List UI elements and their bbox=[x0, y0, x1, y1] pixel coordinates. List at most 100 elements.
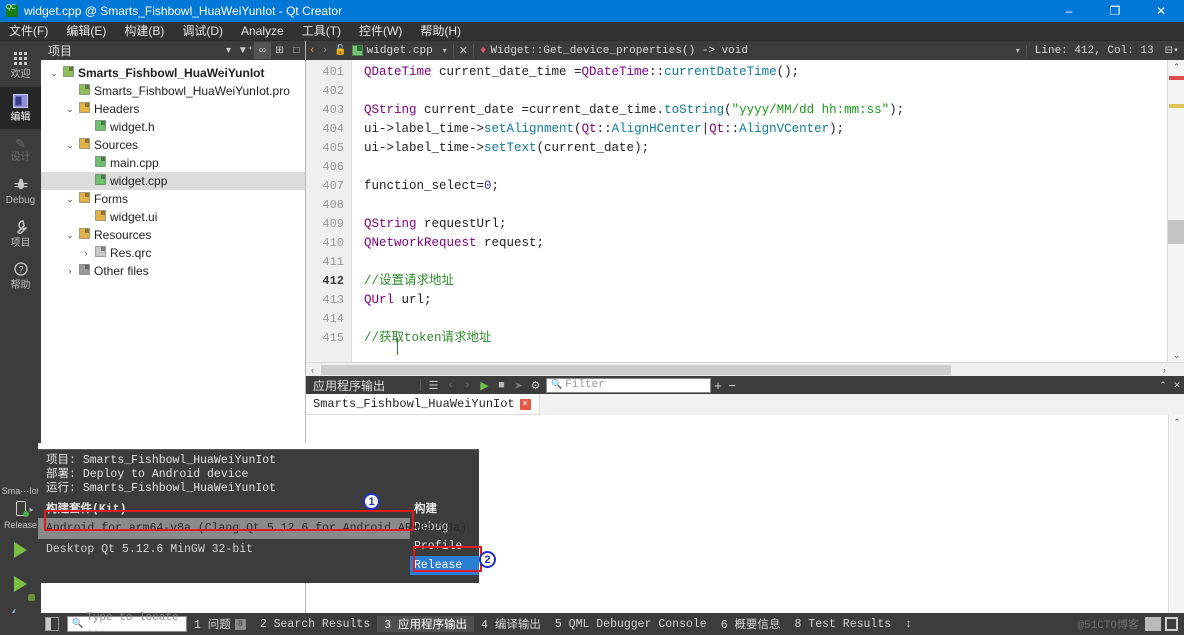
filter-icon[interactable]: ▼⁺ bbox=[237, 42, 254, 59]
kit-selector-button[interactable]: Sma⋯Iot ▸ Release bbox=[0, 485, 41, 533]
zoom-out-button[interactable]: − bbox=[725, 378, 739, 393]
editor-scrollbar[interactable]: ⌃ ⌄ bbox=[1167, 60, 1184, 362]
expand-all-icon[interactable]: ⊞ bbox=[271, 42, 288, 59]
mode-edit[interactable]: 编辑 bbox=[0, 87, 41, 129]
code-line[interactable]: QString current_date =current_date_time.… bbox=[352, 101, 1167, 120]
chevron-down-icon[interactable]: ⌄ bbox=[47, 68, 61, 79]
statusbar-item-compile-output[interactable]: 4 编译输出 bbox=[474, 616, 548, 632]
start-debugging-button[interactable] bbox=[0, 567, 41, 601]
code-line[interactable]: QUrl url; bbox=[352, 291, 1167, 310]
attach-icon[interactable]: ➤ bbox=[510, 379, 527, 392]
close-pane-icon[interactable]: ✕ bbox=[1170, 380, 1184, 391]
run-button[interactable] bbox=[0, 533, 41, 567]
chevron-down-icon[interactable]: ⌄ bbox=[63, 104, 77, 115]
tree-item-smarts-fishbowl-huaweiyuniot-pro[interactable]: Smarts_Fishbowl_HuaWeiYunIot.pro bbox=[41, 82, 305, 100]
statusbar-item-application-output[interactable]: 3 应用程序输出 bbox=[377, 616, 475, 632]
code-line[interactable]: QNetworkRequest request; bbox=[352, 234, 1167, 253]
tree-item-widget-cpp[interactable]: widget.cpp bbox=[41, 172, 305, 190]
maximize-pane-icon[interactable]: ⌃ bbox=[1156, 380, 1170, 391]
code-line[interactable]: QDateTime current_date_time =QDateTime::… bbox=[352, 63, 1167, 82]
chevron-down-icon[interactable]: ⌄ bbox=[63, 140, 77, 151]
code-line[interactable]: ui->label_time->setAlignment(Qt::AlignHC… bbox=[352, 120, 1167, 139]
current-symbol-name[interactable]: Widget::Get_device_properties() -> void bbox=[491, 45, 748, 57]
menu-file[interactable]: 文件(F) bbox=[0, 22, 57, 41]
chevron-down-icon[interactable]: ▾ bbox=[220, 42, 237, 59]
cursor-position-label[interactable]: Line: 412, Col: 13 bbox=[1025, 44, 1160, 57]
code-line[interactable]: //设置请求地址 bbox=[352, 272, 1167, 291]
chevron-right-icon[interactable]: › bbox=[79, 248, 93, 258]
mode-projects[interactable]: 项目 bbox=[0, 213, 41, 255]
prev-item-icon[interactable]: ‹ bbox=[442, 379, 459, 391]
scroll-up-icon[interactable]: ⌃ bbox=[1169, 415, 1184, 429]
menu-debug[interactable]: 调试(D) bbox=[173, 22, 232, 41]
mode-help[interactable]: ? 帮助 bbox=[0, 255, 41, 297]
filter-input[interactable]: 🔍 Filter bbox=[546, 377, 711, 393]
statusbar-more-icon[interactable]: ↕ bbox=[898, 618, 919, 631]
hscroll-track[interactable] bbox=[319, 363, 1158, 377]
chevron-down-icon[interactable]: ⌄ bbox=[63, 230, 77, 241]
code-line[interactable] bbox=[352, 253, 1167, 272]
navigate-forward-icon[interactable]: › bbox=[319, 45, 332, 57]
editor-horizontal-scrollbar[interactable]: ‹ › bbox=[306, 362, 1184, 376]
build-row-profile[interactable]: Profile bbox=[410, 537, 479, 556]
menu-tools[interactable]: 工具(T) bbox=[293, 22, 350, 41]
output-tab[interactable]: Smarts_Fishbowl_HuaWeiYunIot ✕ bbox=[306, 394, 539, 415]
statusbar-item-test-results[interactable]: 8 Test Results bbox=[788, 618, 899, 631]
code-editor[interactable]: 401 402 403 404 405 406 407 408 409 410 411 412 413 4… bbox=[306, 60, 1184, 362]
scrollbar-thumb[interactable] bbox=[1168, 220, 1184, 244]
scroll-up-icon[interactable]: ⌃ bbox=[1168, 60, 1184, 74]
chevron-right-icon[interactable]: › bbox=[63, 266, 77, 276]
menu-window[interactable]: 控件(W) bbox=[350, 22, 411, 41]
mode-welcome[interactable]: 欢迎 bbox=[0, 45, 41, 87]
scroll-left-icon[interactable]: ‹ bbox=[306, 365, 319, 375]
scroll-down-icon[interactable]: ⌄ bbox=[1168, 348, 1184, 362]
menu-help[interactable]: 帮助(H) bbox=[411, 22, 470, 41]
build-row-release[interactable]: Release bbox=[410, 556, 479, 575]
scroll-right-icon[interactable]: › bbox=[1158, 365, 1171, 375]
code-line[interactable] bbox=[352, 196, 1167, 215]
locator-input[interactable]: 🔍 Type to locate ... bbox=[67, 612, 187, 635]
code-line[interactable] bbox=[352, 158, 1167, 177]
kit-row-android[interactable]: Android for arm64-v8a (Clang Qt 5.12.6 f… bbox=[38, 518, 467, 539]
hscroll-thumb[interactable] bbox=[321, 364, 951, 375]
code-line[interactable] bbox=[352, 82, 1167, 101]
lock-icon[interactable]: 🔓 bbox=[331, 45, 349, 57]
tree-item-forms[interactable]: ⌄ Forms bbox=[41, 190, 305, 208]
statusbar-item-search-results[interactable]: 2 Search Results bbox=[253, 618, 377, 631]
settings-gear-icon[interactable]: ⚙ bbox=[527, 379, 544, 392]
tree-item-headers[interactable]: ⌄ Headers bbox=[41, 100, 305, 118]
close-document-icon[interactable]: ✕ bbox=[452, 43, 474, 58]
statusbar-item-issues[interactable]: 1 问题 8 bbox=[187, 616, 253, 632]
tree-item-widget-ui[interactable]: widget.ui bbox=[41, 208, 305, 226]
zoom-in-button[interactable]: + bbox=[711, 378, 725, 393]
code-line[interactable]: //获取token请求地址 bbox=[352, 329, 1167, 348]
navigate-back-icon[interactable]: ‹ bbox=[306, 45, 319, 57]
code-line[interactable] bbox=[352, 310, 1167, 329]
open-documents-combo[interactable]: widget.cpp bbox=[367, 41, 437, 60]
word-wrap-icon[interactable]: ☰ bbox=[425, 379, 442, 392]
close-button[interactable]: ✕ bbox=[1138, 0, 1184, 22]
symbol-combo-caret-icon[interactable]: ▾ bbox=[1010, 46, 1026, 56]
statusbar-item-general-messages[interactable]: 6 概要信息 bbox=[714, 616, 788, 632]
menu-analyze[interactable]: Analyze bbox=[232, 22, 293, 41]
code-text-area[interactable]: QDateTime current_date_time =QDateTime::… bbox=[352, 60, 1167, 362]
menu-build[interactable]: 构建(B) bbox=[115, 22, 173, 41]
code-line[interactable]: QString requestUrl; bbox=[352, 215, 1167, 234]
close-icon[interactable]: ✕ bbox=[519, 398, 531, 410]
kit-row-desktop[interactable]: Desktop Qt 5.12.6 MinGW 32-bit bbox=[38, 539, 410, 560]
run-icon[interactable]: ▶ bbox=[476, 379, 493, 392]
collapse-icon[interactable]: □ bbox=[288, 42, 305, 59]
tree-item-resources[interactable]: ⌄ Resources bbox=[41, 226, 305, 244]
minimize-button[interactable]: – bbox=[1046, 0, 1092, 22]
maximize-button[interactable]: ❐ bbox=[1092, 0, 1138, 22]
stop-icon[interactable]: ■ bbox=[493, 379, 510, 391]
tree-item-smarts-fishbowl-huaweiyuniot[interactable]: ⌄ Smarts_Fishbowl_HuaWeiYunIot bbox=[41, 64, 305, 82]
file-combo-caret-icon[interactable]: ▾ bbox=[437, 46, 453, 56]
code-line[interactable]: ui->label_time->setText(current_date); bbox=[352, 139, 1167, 158]
tree-item-sources[interactable]: ⌄ Sources bbox=[41, 136, 305, 154]
sync-with-editor-icon[interactable]: ∞ bbox=[254, 42, 271, 59]
mode-debug[interactable]: Debug bbox=[0, 171, 41, 213]
split-editor-icon[interactable]: ⊟• bbox=[1160, 45, 1184, 57]
menu-edit[interactable]: 编辑(E) bbox=[57, 22, 115, 41]
statusbar-item-qml-debugger-console[interactable]: 5 QML Debugger Console bbox=[548, 618, 714, 631]
